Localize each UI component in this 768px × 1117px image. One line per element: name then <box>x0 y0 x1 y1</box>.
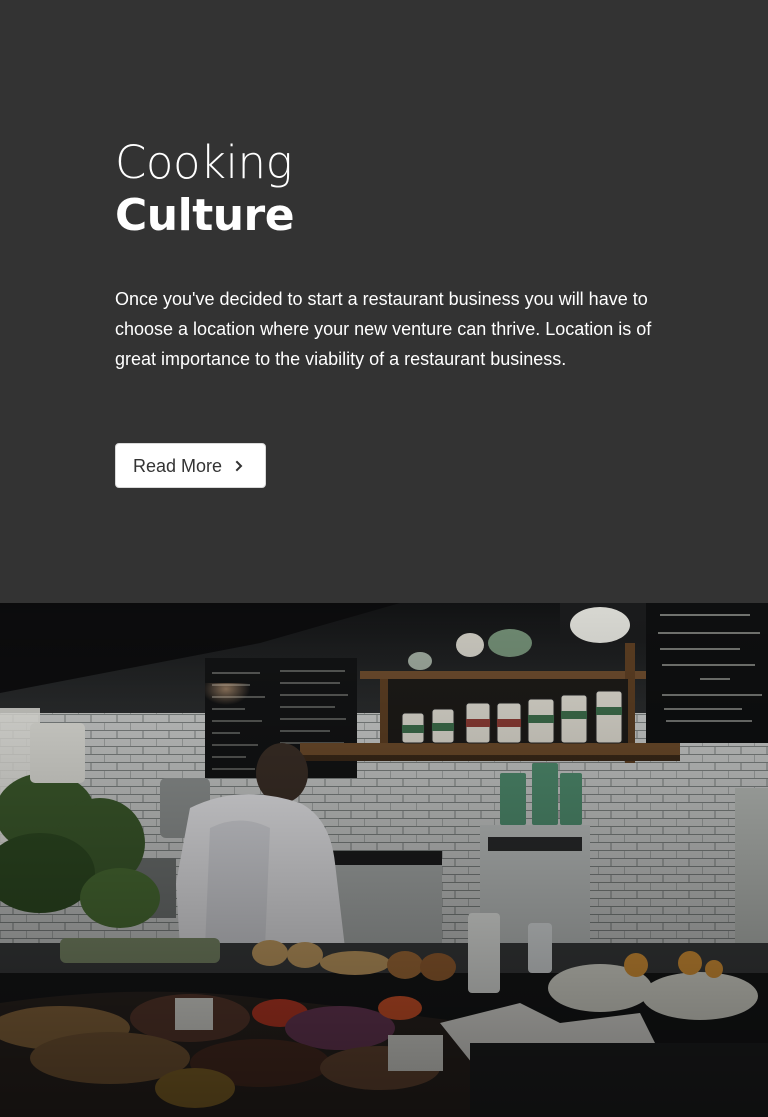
chevron-right-icon <box>234 460 244 472</box>
hero-description: Once you've decided to start a restauran… <box>115 289 652 369</box>
read-more-label: Read More <box>133 455 223 476</box>
read-more-button[interactable]: Read More <box>115 443 266 488</box>
heading-line-1: Cooking <box>115 136 293 189</box>
hero-section: Cooking Culture Once you've decided to s… <box>0 0 768 603</box>
restaurant-photo <box>0 603 768 1117</box>
page: Cooking Culture Once you've decided to s… <box>0 0 768 1117</box>
heading-line-2: Culture <box>115 190 295 241</box>
